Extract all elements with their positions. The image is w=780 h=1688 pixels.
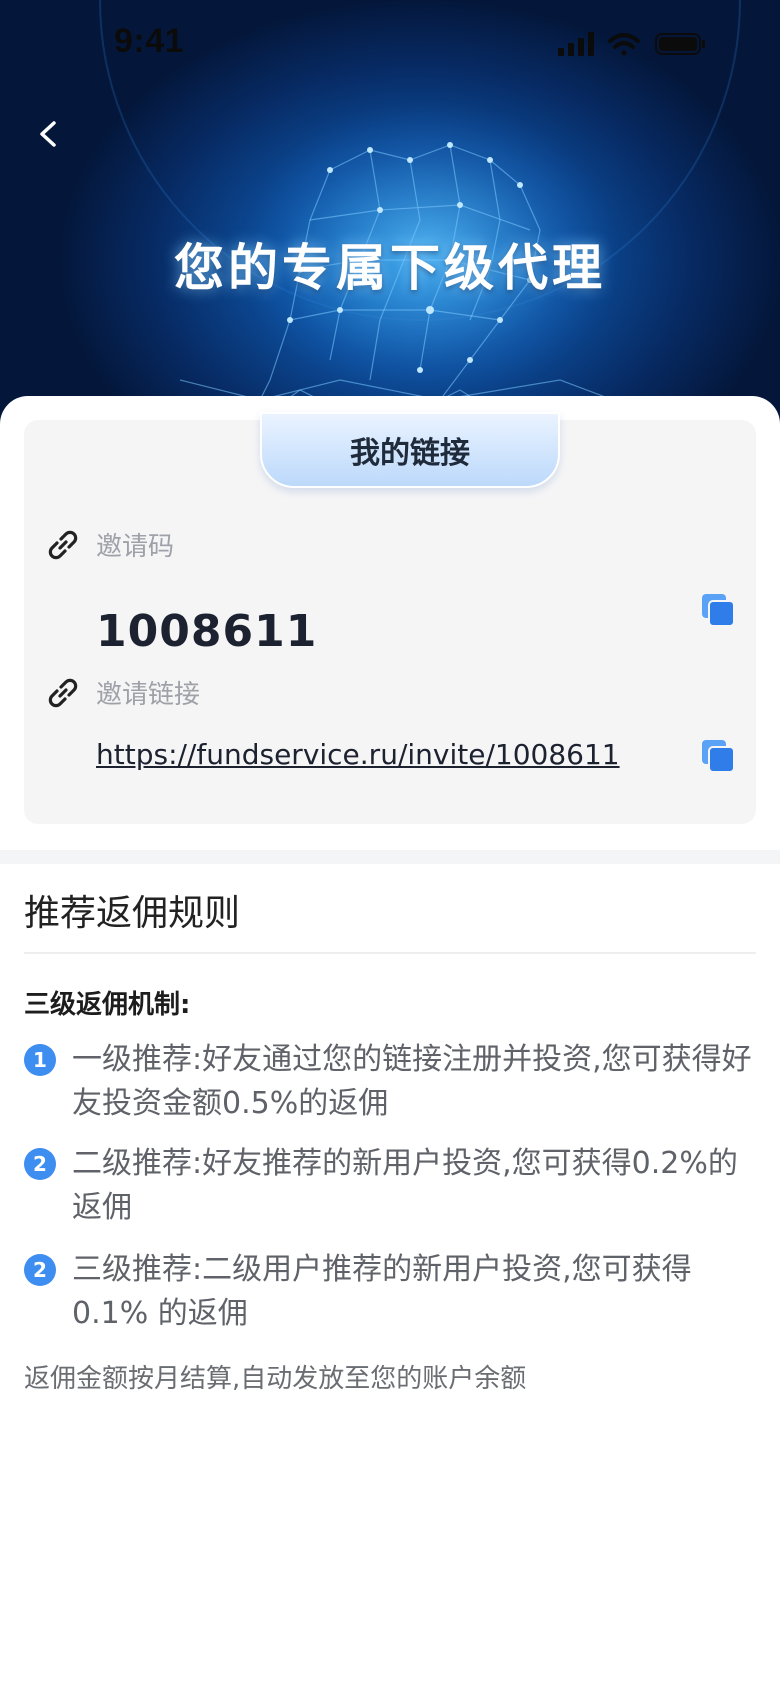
hero-title: 您的专属下级代理 xyxy=(174,239,606,297)
invite-code-label: 邀请码 xyxy=(96,532,175,562)
status-icons xyxy=(558,30,708,64)
back-button[interactable] xyxy=(26,112,70,156)
invite-code-label-row: 邀请码 xyxy=(46,526,174,563)
invite-link-label: 邀请链接 xyxy=(96,680,201,710)
my-link-tab: 我的链接 xyxy=(260,412,560,488)
link-chain-icon xyxy=(48,530,78,559)
invite-link-label-row: 邀请链接 xyxy=(46,674,200,711)
status-bar: 9:41 xyxy=(0,0,780,92)
copy-code-button[interactable] xyxy=(700,592,736,628)
settlement-footnote: 返佣金额按月结算,自动发放至您的账户余额 xyxy=(24,1364,527,1394)
rule-item-1: 1 一级推荐:好友通过您的链接注册并投资,您可获得好友投资金额0.5%的返佣 xyxy=(24,1038,754,1126)
rule-text: 三级推荐:二级用户推荐的新用户投资,您可获得0.1% 的返佣 xyxy=(72,1252,692,1331)
rules-title: 推荐返佣规则 xyxy=(24,893,241,934)
section-divider xyxy=(0,850,780,864)
copy-link-button[interactable] xyxy=(700,738,736,774)
rule-item-2: 2 二级推荐:好友推荐的新用户投资,您可获得0.2%的返佣 xyxy=(24,1142,754,1230)
rule-text: 二级推荐:好友推荐的新用户投资,您可获得0.2%的返佣 xyxy=(72,1146,738,1225)
mechanism-title: 三级返佣机制: xyxy=(24,990,191,1020)
status-time: 9:41 xyxy=(114,22,185,60)
rules-title-divider xyxy=(24,952,756,954)
invite-code-value: 1008611 xyxy=(96,606,318,657)
signal-icon xyxy=(558,32,594,56)
rule-text: 一级推荐:好友通过您的链接注册并投资,您可获得好友投资金额0.5%的返佣 xyxy=(72,1042,752,1121)
back-arrow-icon xyxy=(40,121,56,147)
hero-banner: 9:41 您的专属下级代理 xyxy=(0,0,780,440)
content-sheet: 我的链接 邀请码 1008611 邀请链接 https://fundservic… xyxy=(0,396,780,1688)
rule-number-badge: 1 xyxy=(24,1044,56,1076)
rule-number-badge: 2 xyxy=(24,1254,56,1286)
battery-icon xyxy=(655,33,705,55)
rule-item-3: 2 三级推荐:二级用户推荐的新用户投资,您可获得0.1% 的返佣 xyxy=(24,1248,754,1336)
rule-number-badge: 2 xyxy=(24,1148,56,1180)
my-link-card: 我的链接 邀请码 1008611 邀请链接 https://fundservic… xyxy=(24,412,756,824)
wifi-icon xyxy=(608,33,640,56)
link-chain-icon xyxy=(48,678,78,707)
invite-link-value[interactable]: https://fundservice.ru/invite/1008611 xyxy=(96,738,620,771)
